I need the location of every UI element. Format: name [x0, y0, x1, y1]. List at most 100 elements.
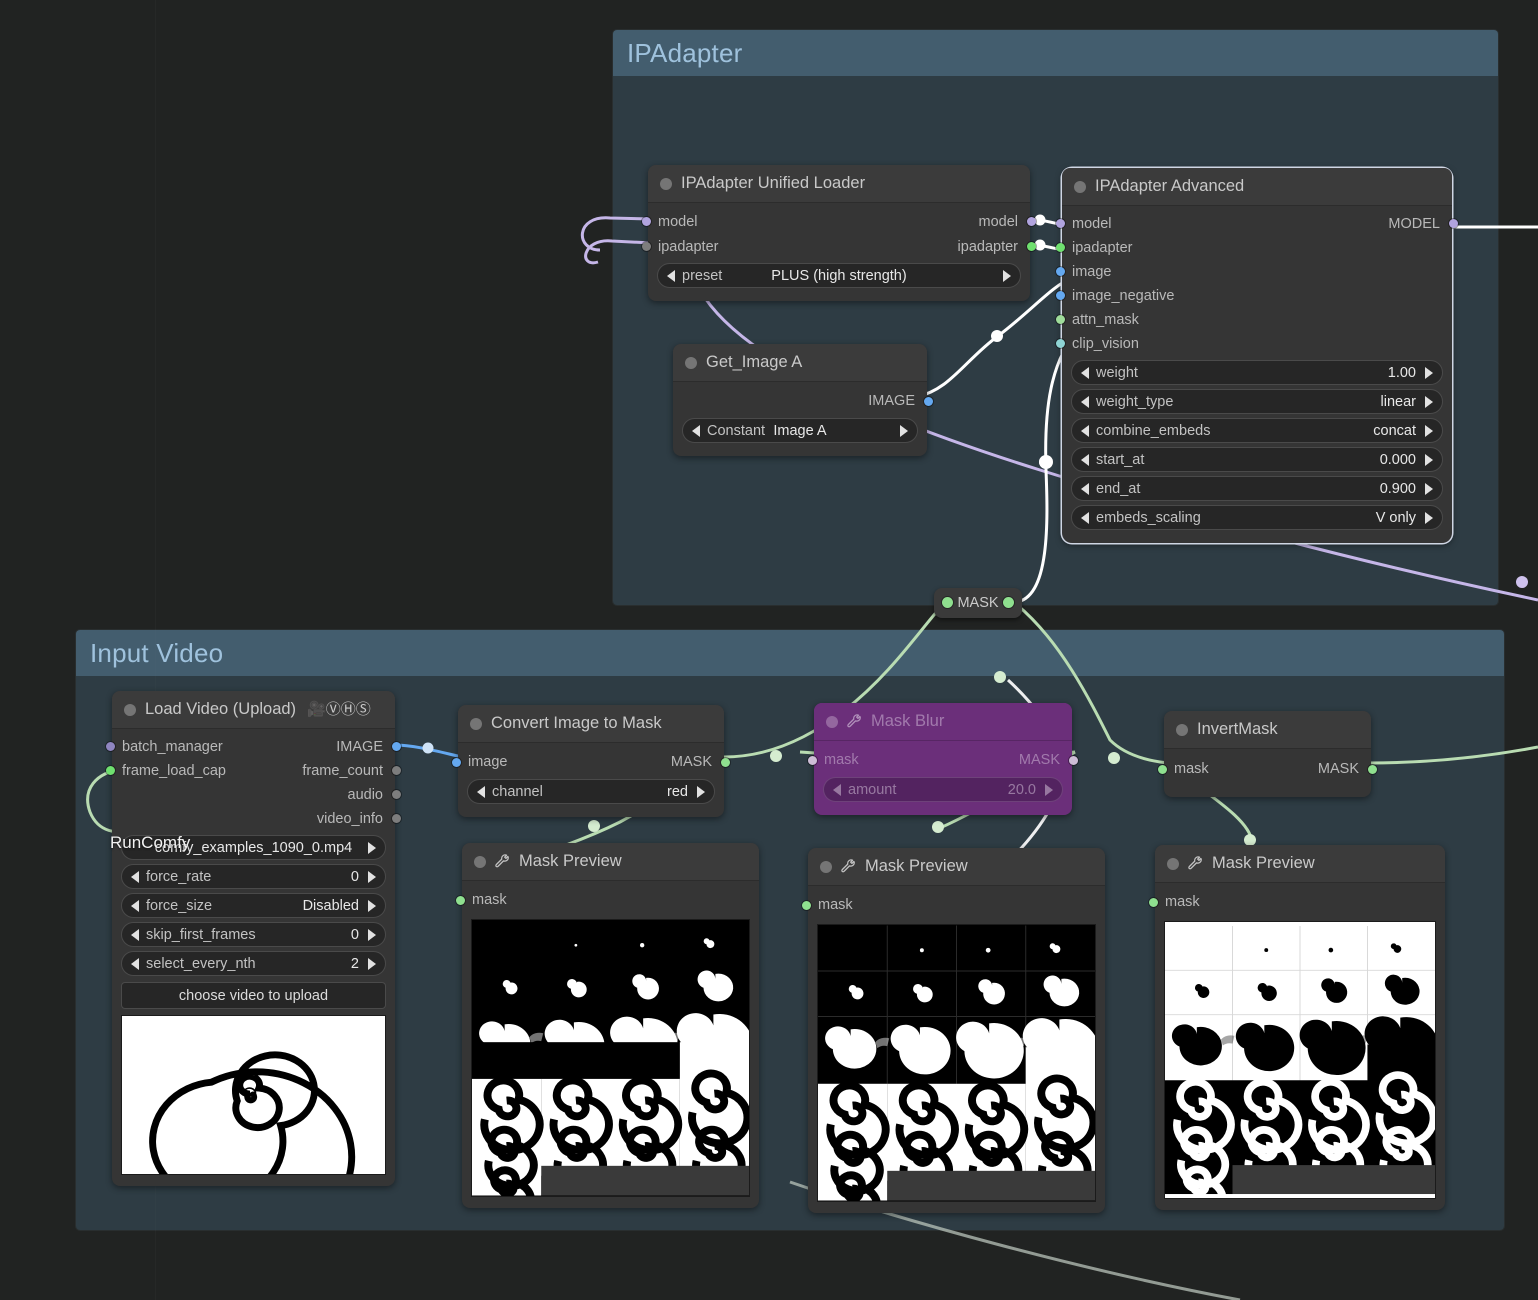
collapse-dot-icon[interactable] — [820, 860, 832, 873]
mask-preview-grid[interactable] — [471, 919, 750, 1197]
input-dot-clip-vision[interactable] — [1056, 339, 1065, 348]
collapse-dot-icon[interactable] — [1167, 857, 1179, 870]
node-get-image-a[interactable]: Get_Image A IMAGE Constant Image A — [673, 344, 933, 456]
input-dot-model[interactable] — [1056, 219, 1065, 228]
input-dot-mask[interactable] — [456, 896, 465, 905]
output-dot-model[interactable] — [1027, 217, 1036, 226]
input-dot-frame-load-cap[interactable] — [106, 766, 115, 775]
input-dot-ipadapter[interactable] — [642, 242, 651, 251]
increment-arrow-icon[interactable] — [697, 785, 705, 798]
node-header[interactable]: IPAdapter Advanced — [1062, 168, 1452, 206]
increment-arrow-icon[interactable] — [900, 424, 908, 437]
decrement-arrow-icon[interactable] — [1081, 511, 1089, 524]
decrement-arrow-icon[interactable] — [667, 269, 675, 282]
output-dot-image[interactable] — [392, 742, 401, 751]
collapse-dot-icon[interactable] — [826, 715, 838, 728]
increment-arrow-icon[interactable] — [1425, 482, 1433, 495]
widget-embeds-scaling[interactable]: embeds_scaling V only — [1071, 505, 1443, 530]
output-dot-model[interactable] — [1449, 219, 1458, 228]
node-header[interactable]: Mask Preview — [462, 843, 759, 881]
widget-force-rate[interactable]: force_rate 0 — [121, 864, 386, 889]
input-dot-ipadapter[interactable] — [1056, 243, 1065, 252]
increment-arrow-icon[interactable] — [368, 928, 376, 941]
node-header[interactable]: Mask Blur — [814, 703, 1072, 741]
collapse-dot-icon[interactable] — [1176, 723, 1188, 736]
increment-arrow-icon[interactable] — [1425, 395, 1433, 408]
node-header[interactable]: Convert Image to Mask — [458, 705, 724, 743]
input-dot-image[interactable] — [452, 758, 461, 767]
increment-arrow-icon[interactable] — [1425, 366, 1433, 379]
widget-force-size[interactable]: force_size Disabled — [121, 893, 386, 918]
decrement-arrow-icon[interactable] — [131, 870, 139, 883]
increment-arrow-icon[interactable] — [1425, 453, 1433, 466]
output-dot-mask[interactable] — [1069, 756, 1078, 765]
decrement-arrow-icon[interactable] — [1081, 424, 1089, 437]
node-header[interactable]: Mask Preview — [1155, 845, 1445, 883]
increment-arrow-icon[interactable] — [1045, 783, 1053, 796]
widget-end-at[interactable]: end_at 0.900 — [1071, 476, 1443, 501]
node-header[interactable]: Load Video (Upload) 🎥 Ⓥ Ⓗ Ⓢ — [112, 691, 395, 729]
increment-arrow-icon[interactable] — [1425, 424, 1433, 437]
widget-channel[interactable]: channel red — [467, 779, 715, 804]
increment-arrow-icon[interactable] — [368, 957, 376, 970]
input-dot-mask[interactable] — [802, 901, 811, 910]
widget-combine-embeds[interactable]: combine_embeds concat — [1071, 418, 1443, 443]
decrement-arrow-icon[interactable] — [1081, 453, 1089, 466]
node-ipadapter-advanced[interactable]: IPAdapter Advanced model MODEL ipadapter… — [1056, 168, 1458, 543]
node-ipadapter-unified-loader[interactable]: IPAdapter Unified Loader model model ipa… — [642, 165, 1036, 301]
collapse-dot-icon[interactable] — [685, 356, 697, 369]
increment-arrow-icon[interactable] — [368, 899, 376, 912]
node-header[interactable]: IPAdapter Unified Loader — [648, 165, 1030, 203]
decrement-arrow-icon[interactable] — [1081, 395, 1089, 408]
input-dot-image-negative[interactable] — [1056, 291, 1065, 300]
output-dot-audio[interactable] — [392, 790, 401, 799]
node-mask-preview-2[interactable]: Mask Preview mask — [802, 848, 1105, 1213]
input-dot-mask[interactable] — [1149, 898, 1158, 907]
input-dot-image[interactable] — [1056, 267, 1065, 276]
node-mask-preview-1[interactable]: Mask Preview mask — [456, 843, 759, 1208]
widget-constant[interactable]: Constant Image A — [682, 418, 918, 443]
collapse-dot-icon[interactable] — [124, 703, 136, 716]
increment-arrow-icon[interactable] — [368, 870, 376, 883]
collapse-dot-icon[interactable] — [470, 717, 482, 730]
node-convert-image-to-mask[interactable]: Convert Image to Mask image MASK channel… — [452, 705, 730, 817]
widget-select-every-nth[interactable]: select_every_nth 2 — [121, 951, 386, 976]
increment-arrow-icon[interactable] — [1003, 269, 1011, 282]
decrement-arrow-icon[interactable] — [131, 899, 139, 912]
increment-arrow-icon[interactable] — [368, 841, 376, 854]
collapse-dot-icon[interactable] — [1074, 180, 1086, 193]
decrement-arrow-icon[interactable] — [1081, 482, 1089, 495]
decrement-arrow-icon[interactable] — [131, 957, 139, 970]
node-header[interactable]: InvertMask — [1164, 711, 1371, 749]
node-load-video-upload[interactable]: Load Video (Upload) 🎥 Ⓥ Ⓗ Ⓢ batch_manage… — [106, 691, 401, 1186]
input-dot-batch-manager[interactable] — [106, 742, 115, 751]
video-preview[interactable] — [121, 1015, 386, 1175]
widget-start-at[interactable]: start_at 0.000 — [1071, 447, 1443, 472]
node-mask-blur[interactable]: Mask Blur mask MASK amount 20.0 — [808, 703, 1078, 815]
widget-preset[interactable]: preset PLUS (high strength) — [657, 263, 1021, 288]
output-dot-frame-count[interactable] — [392, 766, 401, 775]
reroute-output-dot[interactable] — [1003, 597, 1014, 608]
output-dot-image[interactable] — [924, 397, 933, 406]
input-dot-model[interactable] — [642, 217, 651, 226]
widget-weight[interactable]: weight 1.00 — [1071, 360, 1443, 385]
widget-amount[interactable]: amount 20.0 — [823, 777, 1063, 802]
collapse-dot-icon[interactable] — [474, 855, 486, 868]
output-dot-ipadapter[interactable] — [1027, 242, 1036, 251]
choose-video-to-upload-button[interactable]: choose video to upload — [121, 982, 386, 1009]
input-dot-attn-mask[interactable] — [1056, 315, 1065, 324]
node-header[interactable]: Get_Image A — [673, 344, 927, 382]
collapse-dot-icon[interactable] — [660, 177, 672, 190]
output-dot-video-info[interactable] — [392, 814, 401, 823]
node-invert-mask[interactable]: InvertMask mask MASK — [1158, 711, 1377, 797]
decrement-arrow-icon[interactable] — [477, 785, 485, 798]
widget-skip-first-frames[interactable]: skip_first_frames 0 — [121, 922, 386, 947]
output-dot-mask[interactable] — [1368, 765, 1377, 774]
decrement-arrow-icon[interactable] — [833, 783, 841, 796]
node-mask-preview-3[interactable]: Mask Preview mask — [1149, 845, 1445, 1210]
decrement-arrow-icon[interactable] — [1081, 366, 1089, 379]
reroute-input-dot[interactable] — [942, 597, 953, 608]
mask-preview-grid[interactable] — [817, 924, 1096, 1202]
node-mask-reroute[interactable]: MASK — [934, 588, 1022, 618]
output-dot-mask[interactable] — [721, 758, 730, 767]
